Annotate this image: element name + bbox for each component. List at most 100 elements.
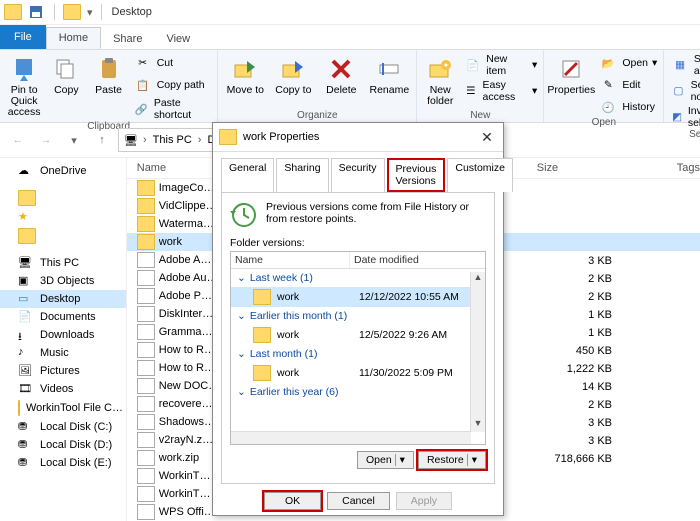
chevron-down-icon: ▾: [467, 454, 477, 466]
file-name: How to R…: [159, 362, 219, 374]
file-size: 450 KB: [532, 342, 612, 360]
nav-this-pc[interactable]: 🖥This PC: [0, 254, 126, 272]
save-icon[interactable]: [26, 2, 46, 22]
back-button[interactable]: ←: [6, 128, 30, 152]
new-item-button[interactable]: 📄New item▾: [463, 53, 537, 77]
cut-button[interactable]: ✂Cut: [133, 53, 212, 73]
col-tags[interactable]: Tags: [657, 162, 700, 174]
nav-3d-objects[interactable]: ▣3D Objects: [0, 272, 126, 290]
history-button[interactable]: 🕘History: [598, 97, 657, 117]
up-arrow-icon[interactable]: ▲: [471, 272, 485, 286]
tab-home[interactable]: Home: [46, 27, 101, 49]
path-icon: 📋: [133, 75, 153, 95]
horizontal-scrollbar[interactable]: [231, 431, 471, 444]
file-size: 3 KB: [532, 252, 612, 270]
open-button[interactable]: 📂Open▾: [598, 53, 657, 73]
paste-icon: [95, 55, 123, 83]
new-folder-button[interactable]: ✦ New folder: [423, 53, 457, 107]
select-none-button[interactable]: ▢Select none: [670, 79, 700, 103]
tab-previous-versions[interactable]: Previous Versions: [387, 158, 446, 192]
properties-button[interactable]: Properties: [550, 53, 592, 96]
restore-button[interactable]: Restore▾: [418, 451, 486, 469]
file-size: 1 KB: [532, 306, 612, 324]
delete-button[interactable]: Delete: [320, 53, 362, 96]
version-entry[interactable]: work11/30/2022 5:09 PM: [231, 363, 485, 383]
nav-pictures[interactable]: 🖼Pictures: [0, 362, 126, 380]
version-entry[interactable]: work12/5/2022 9:26 AM: [231, 325, 485, 345]
versions-list: Name Date modified ⌄Last week (1)work12/…: [230, 251, 486, 445]
ok-button[interactable]: OK: [264, 492, 321, 510]
file-name: Adobe A…: [159, 254, 219, 266]
tab-security[interactable]: Security: [331, 158, 385, 192]
nav-disk-e[interactable]: ⛃Local Disk (E:): [0, 454, 126, 472]
select-all-button[interactable]: ▦Select all: [670, 53, 700, 77]
cube-icon: ▣: [18, 274, 34, 288]
version-group-header[interactable]: ⌄Earlier this month (1): [231, 307, 485, 325]
dialog-titlebar[interactable]: work Properties ✕: [213, 123, 503, 152]
nav-music[interactable]: ♪Music: [0, 344, 126, 362]
file-icon: [137, 504, 155, 520]
pictures-icon: 🖼: [18, 364, 34, 378]
disk-icon: ⛃: [18, 420, 34, 434]
tab-file[interactable]: File: [0, 25, 46, 49]
invert-selection-button[interactable]: ◩Invert selection: [670, 105, 700, 129]
navigation-pane: ☁OneDrive ★ 🖥This PC ▣3D Objects ▭Deskto…: [0, 158, 127, 521]
file-icon: [137, 396, 155, 412]
file-name: ImageCo…: [159, 182, 219, 194]
tab-general[interactable]: General: [221, 158, 274, 192]
chevron-down-icon[interactable]: ▾: [87, 6, 93, 19]
open-version-button[interactable]: Open▾: [357, 451, 414, 469]
tab-customize[interactable]: Customize: [447, 158, 513, 192]
history-icon: [230, 201, 258, 229]
tab-view[interactable]: View: [154, 29, 202, 49]
chevron-down-icon: ⌄: [237, 272, 246, 284]
nav-documents[interactable]: 📄Documents: [0, 308, 126, 326]
quick-access-toolbar: ▾: [4, 2, 106, 22]
up-button[interactable]: ↑: [90, 128, 114, 152]
chevron-down-icon: ▾: [652, 57, 657, 69]
cancel-button[interactable]: Cancel: [327, 492, 390, 510]
copy-button[interactable]: Copy: [48, 53, 84, 96]
nav-disk-c[interactable]: ⛃Local Disk (C:): [0, 418, 126, 436]
nav-workintool[interactable]: WorkinTool File C…: [0, 398, 126, 418]
close-button[interactable]: ✕: [477, 129, 497, 146]
version-group-header[interactable]: ⌄Last month (1): [231, 345, 485, 363]
nav-quick-item[interactable]: [0, 188, 126, 208]
paste-button[interactable]: Paste: [90, 53, 126, 96]
tab-share[interactable]: Share: [101, 29, 154, 49]
version-group-header[interactable]: ⌄Earlier this year (6): [231, 383, 485, 401]
nav-videos[interactable]: 🎞Videos: [0, 380, 126, 398]
desktop-icon: ▭: [18, 292, 34, 306]
invert-icon: ◩: [670, 107, 684, 127]
easy-access-button[interactable]: ☰Easy access▾: [463, 79, 537, 103]
file-icon: [137, 306, 155, 322]
edit-button[interactable]: ✎Edit: [598, 75, 657, 95]
file-size: [532, 180, 612, 198]
col-name[interactable]: Name: [231, 252, 350, 268]
col-date[interactable]: Date modified: [350, 252, 485, 268]
nav-downloads[interactable]: ⭳Downloads: [0, 326, 126, 344]
copy-path-button[interactable]: 📋Copy path: [133, 75, 212, 95]
nav-onedrive[interactable]: ☁OneDrive: [0, 162, 126, 180]
move-to-button[interactable]: Move to: [224, 53, 266, 96]
file-name: Waterma…: [159, 218, 219, 230]
rename-button[interactable]: Rename: [368, 53, 410, 96]
forward-button[interactable]: →: [34, 128, 58, 152]
file-icon: [137, 288, 155, 304]
nav-quick-item[interactable]: ★: [0, 208, 126, 226]
apply-button[interactable]: Apply: [396, 492, 452, 510]
breadcrumb-this-pc[interactable]: This PC: [149, 134, 196, 146]
down-arrow-icon[interactable]: ▼: [471, 418, 485, 432]
paste-shortcut-button[interactable]: 🔗Paste shortcut: [133, 97, 212, 121]
copy-to-button[interactable]: Copy to: [272, 53, 314, 96]
nav-quick-item[interactable]: [0, 226, 126, 246]
recent-locations-button[interactable]: ▾: [62, 128, 86, 152]
tab-sharing[interactable]: Sharing: [276, 158, 328, 192]
nav-disk-d[interactable]: ⛃Local Disk (D:): [0, 436, 126, 454]
version-entry[interactable]: work12/12/2022 10:55 AM: [231, 287, 485, 307]
vertical-scrollbar[interactable]: ▲ ▼: [470, 272, 485, 432]
pin-to-quick-access-button[interactable]: Pin to Quick access: [6, 53, 42, 118]
nav-desktop[interactable]: ▭Desktop: [0, 290, 126, 308]
version-group-header[interactable]: ⌄Last week (1): [231, 269, 485, 287]
file-size: [532, 486, 612, 504]
